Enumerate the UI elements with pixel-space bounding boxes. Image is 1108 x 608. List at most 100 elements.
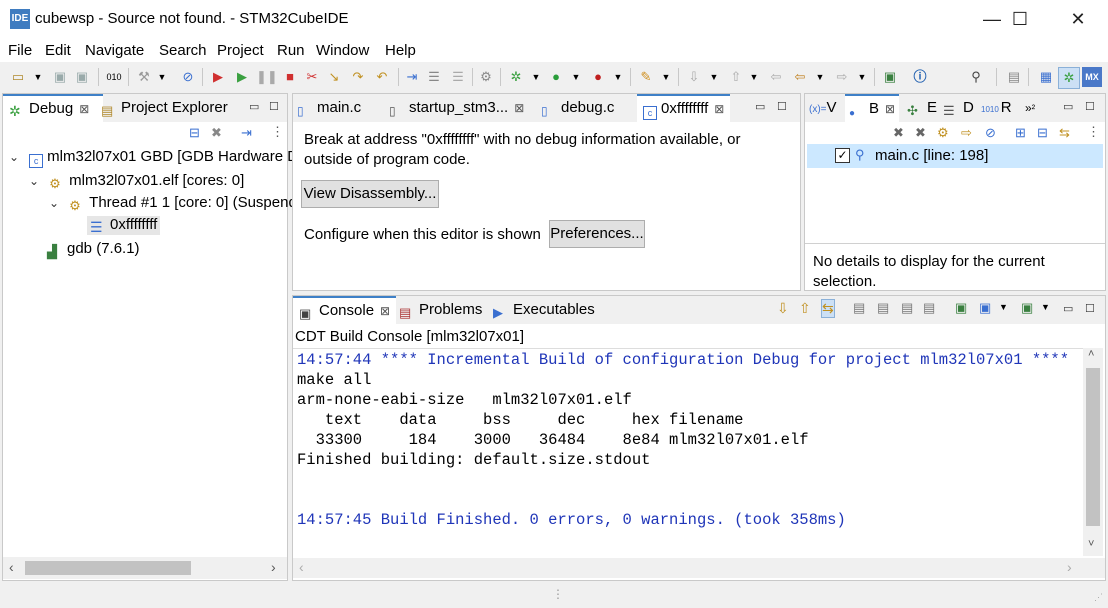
cpp-perspective-icon[interactable]: ▦ (1036, 67, 1056, 87)
run-icon[interactable]: ● (546, 67, 566, 87)
view-menu-icon[interactable]: ⋮ (271, 124, 284, 140)
step-into-icon[interactable]: ↘ (324, 67, 344, 87)
dropdown-arrow-icon[interactable]: ▼ (810, 67, 830, 87)
close-tab-icon[interactable]: ⊠ (885, 102, 895, 116)
maximize-view-icon[interactable]: ☐ (1085, 100, 1095, 113)
drop-to-frame-icon[interactable]: ▶ (208, 67, 228, 87)
remove-breakpoint-icon[interactable]: ✖ (893, 125, 904, 141)
copy-icon[interactable]: ▤ (853, 300, 865, 316)
vertical-scrollbar[interactable]: ˄ ˅ (1083, 348, 1103, 556)
resume-icon[interactable]: ▶ (232, 67, 252, 87)
scrollbar-thumb[interactable] (25, 561, 191, 575)
show-supported-icon[interactable]: ⚙ (937, 125, 949, 141)
tab-breakpoints[interactable]: ● B ⊠ (845, 94, 900, 123)
tree-gdb[interactable]: ▟ gdb (7.6.1) (47, 240, 140, 260)
step-over-icon[interactable]: ↷ (348, 67, 368, 87)
go-to-file-icon[interactable]: ⇨ (961, 125, 972, 141)
close-tab-icon[interactable]: ⊠ (514, 101, 524, 115)
step-return-icon[interactable]: ↶ (372, 67, 392, 87)
menu-navigate[interactable]: Navigate (85, 42, 144, 59)
tree-process[interactable]: ⌄ ⚙ mlm32l07x01.elf [cores: 0] (29, 172, 244, 192)
close-window-button[interactable]: ✕ (1050, 0, 1106, 38)
step-mode-icon[interactable]: ⇥ (241, 125, 252, 141)
remove-all-breakpoints-icon[interactable]: ✖ (915, 125, 926, 141)
close-tab-icon[interactable]: ⊠ (714, 102, 724, 116)
dropdown-arrow-icon[interactable]: ▼ (526, 67, 546, 87)
disconnect-icon[interactable]: ✂ (302, 67, 322, 87)
minimize-view-icon[interactable]: ▭ (755, 100, 765, 113)
scroll-right-icon[interactable]: › (271, 559, 276, 575)
debug-icon[interactable]: ✲ (506, 67, 526, 87)
scroll-down-icon[interactable]: ˅ (1088, 538, 1094, 550)
menu-run[interactable]: Run (277, 42, 305, 59)
list-disabled-icon[interactable]: ☰ (448, 67, 468, 87)
preferences-button[interactable]: Preferences... (549, 220, 645, 248)
skip-breakpoints-icon[interactable]: ⊘ (985, 125, 996, 141)
dropdown-arrow-icon[interactable]: ▼ (999, 302, 1008, 312)
maximize-view-icon[interactable]: ☐ (269, 100, 279, 113)
debug-perspective-icon[interactable]: ✲ (1058, 67, 1080, 89)
maximize-view-icon[interactable]: ☐ (777, 100, 787, 113)
info-icon[interactable]: ⓘ (910, 67, 930, 87)
dropdown-arrow-icon[interactable]: ▼ (656, 67, 676, 87)
instruction-stepping-icon[interactable]: ⇥ (402, 67, 422, 87)
dropdown-arrow-icon[interactable]: ▼ (852, 67, 872, 87)
maximize-button[interactable]: ☐ (992, 0, 1048, 38)
new-icon[interactable]: ▭ (8, 67, 28, 87)
skip-breakpoints-icon[interactable]: ⊘ (178, 67, 198, 87)
tab-startup[interactable]: ▯ startup_stm3... ⊠ (389, 94, 524, 122)
link-icon[interactable]: ⇆ (821, 299, 835, 318)
tree-stack-frame[interactable]: ☰ 0xffffffff (87, 216, 161, 235)
next-error-icon[interactable]: ⇩ (777, 300, 789, 317)
minimize-view-icon[interactable]: ▭ (1063, 100, 1073, 113)
close-tab-icon[interactable]: ⊠ (380, 304, 390, 318)
menu-file[interactable]: File (8, 42, 32, 59)
minimize-view-icon[interactable]: ▭ (249, 100, 259, 113)
save-icon[interactable]: ▣ (50, 67, 70, 87)
open-perspective-icon[interactable]: ▣ (880, 67, 900, 87)
dropdown-arrow-icon[interactable]: ▼ (28, 67, 48, 87)
save-all-icon[interactable]: ▣ (72, 67, 92, 87)
tab-disassembly[interactable]: ☰ D (943, 94, 974, 122)
chevron-down-icon[interactable]: ⌄ (9, 150, 25, 164)
menu-search[interactable]: Search (159, 42, 207, 59)
tab-address[interactable]: c 0xffffffff ⊠ (637, 94, 731, 123)
horizontal-scrollbar[interactable]: ‹ › (3, 557, 287, 579)
dropdown-arrow-icon[interactable]: ▼ (608, 67, 628, 87)
open-console-icon[interactable]: ▣ (1021, 300, 1033, 316)
tab-variables[interactable]: (x)=V (809, 94, 837, 122)
chevron-down-icon[interactable]: ⌄ (49, 196, 65, 210)
link-with-debug-icon[interactable]: ⇆ (1059, 125, 1070, 141)
list-icon[interactable]: ☰ (424, 67, 444, 87)
tab-registers[interactable]: 1010 R (981, 94, 1012, 122)
display-console-icon[interactable]: ▣ (979, 300, 991, 316)
pin-console-icon[interactable]: ▣ (955, 300, 967, 316)
tab-executables[interactable]: ▶ Executables (493, 296, 595, 324)
minimize-view-icon[interactable]: ▭ (1063, 302, 1073, 315)
dropdown-arrow-icon[interactable]: ▼ (1041, 302, 1050, 312)
tab-main-c[interactable]: ▯ main.c (297, 94, 361, 122)
binary-icon[interactable]: 010 (104, 67, 124, 87)
mx-perspective-icon[interactable]: MX (1082, 67, 1102, 87)
scroll-right-icon[interactable]: › (1067, 559, 1072, 575)
breakpoint-checkbox[interactable]: ✓ (835, 148, 850, 163)
menu-help[interactable]: Help (385, 42, 416, 59)
pin-icon[interactable]: ✎ (636, 67, 656, 87)
dropdown-arrow-icon[interactable]: ▼ (152, 67, 172, 87)
back-icon[interactable]: ⇦ (790, 67, 810, 87)
tab-debug[interactable]: ✲ Debug ⊠ (3, 94, 103, 123)
forward-icon[interactable]: ⇨ (832, 67, 852, 87)
perspective-icon[interactable]: ▤ (1004, 67, 1024, 87)
dropdown-arrow-icon[interactable]: ▼ (704, 67, 724, 87)
tab-project-explorer[interactable]: ▤ Project Explorer (101, 94, 228, 122)
menu-project[interactable]: Project (217, 42, 264, 59)
expand-all-icon[interactable]: ⊞ (1015, 125, 1026, 141)
maximize-view-icon[interactable]: ☐ (1085, 302, 1095, 315)
scrollbar-thumb[interactable] (1086, 368, 1100, 526)
close-tab-icon[interactable]: ⊠ (79, 102, 89, 116)
scroll-up-icon[interactable]: ˄ (1088, 348, 1094, 360)
scroll-left-icon[interactable]: ‹ (9, 559, 14, 575)
scroll-lock-icon[interactable]: ▤ (877, 300, 889, 316)
last-edit-icon[interactable]: ⇦ (766, 67, 786, 87)
dropdown-arrow-icon[interactable]: ▼ (744, 67, 764, 87)
